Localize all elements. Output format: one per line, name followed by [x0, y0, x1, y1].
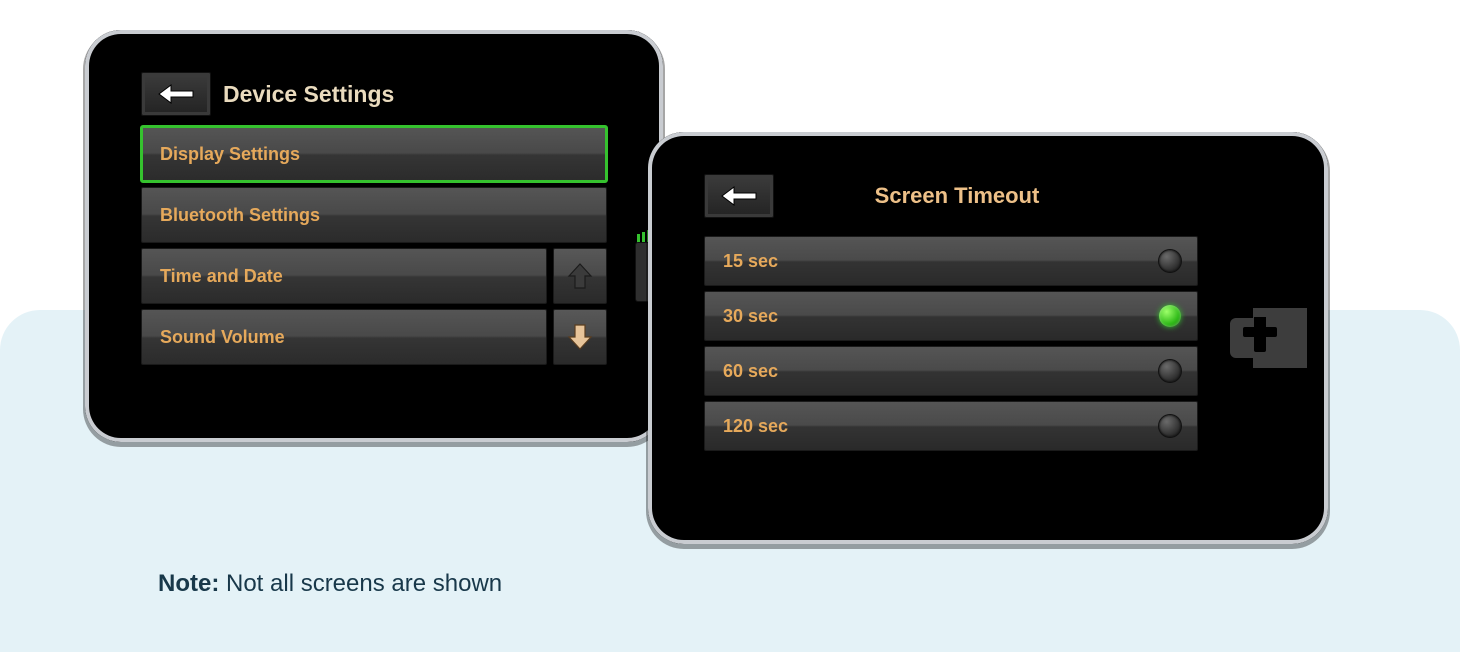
- scroll-up-button[interactable]: [553, 248, 607, 304]
- menu-item-label: Time and Date: [160, 266, 283, 287]
- menu-item-label: Display Settings: [160, 144, 300, 165]
- settings-menu: Display Settings Bluetooth Settings Time…: [141, 126, 607, 365]
- option-label: 60 sec: [723, 361, 778, 382]
- radio-indicator: [1159, 250, 1181, 272]
- device-frame-timeout: Screen Timeout 15 sec 30 sec 60 sec 120 …: [648, 132, 1328, 544]
- hardware-logo: [1230, 318, 1290, 358]
- option-label: 30 sec: [723, 306, 778, 327]
- device-frame-settings: Device Settings Display Settings Bluetoo…: [85, 30, 663, 442]
- menu-item-sound-volume[interactable]: Sound Volume: [141, 309, 547, 365]
- footnote-prefix: Note:: [158, 570, 219, 597]
- screen-settings: Device Settings Display Settings Bluetoo…: [141, 68, 607, 404]
- footnote: Note: Not all screens are shown: [158, 570, 502, 598]
- option-15-sec[interactable]: 15 sec: [704, 236, 1198, 286]
- page-title: Device Settings: [223, 81, 394, 108]
- arrow-up-icon: [567, 262, 593, 290]
- back-button[interactable]: [704, 174, 774, 218]
- menu-item-display-settings[interactable]: Display Settings: [141, 126, 607, 182]
- option-30-sec[interactable]: 30 sec: [704, 291, 1198, 341]
- page-title: Screen Timeout: [786, 183, 1198, 209]
- header: Screen Timeout: [704, 170, 1198, 228]
- radio-indicator: [1159, 415, 1181, 437]
- menu-item-bluetooth-settings[interactable]: Bluetooth Settings: [141, 187, 607, 243]
- arrow-down-icon: [567, 323, 593, 351]
- screen-timeout: Screen Timeout 15 sec 30 sec 60 sec 120 …: [704, 170, 1198, 506]
- radio-indicator: [1159, 360, 1181, 382]
- back-arrow-icon: [157, 83, 195, 105]
- option-60-sec[interactable]: 60 sec: [704, 346, 1198, 396]
- timeout-options: 15 sec 30 sec 60 sec 120 sec: [704, 236, 1198, 451]
- scroll-down-button[interactable]: [553, 309, 607, 365]
- back-button[interactable]: [141, 72, 211, 116]
- menu-item-label: Bluetooth Settings: [160, 205, 320, 226]
- radio-indicator-selected: [1159, 305, 1181, 327]
- footnote-text: Not all screens are shown: [219, 570, 502, 597]
- header: Device Settings: [141, 68, 607, 126]
- back-arrow-icon: [720, 185, 758, 207]
- option-label: 15 sec: [723, 251, 778, 272]
- menu-item-time-and-date[interactable]: Time and Date: [141, 248, 547, 304]
- option-label: 120 sec: [723, 416, 788, 437]
- option-120-sec[interactable]: 120 sec: [704, 401, 1198, 451]
- menu-item-label: Sound Volume: [160, 327, 285, 348]
